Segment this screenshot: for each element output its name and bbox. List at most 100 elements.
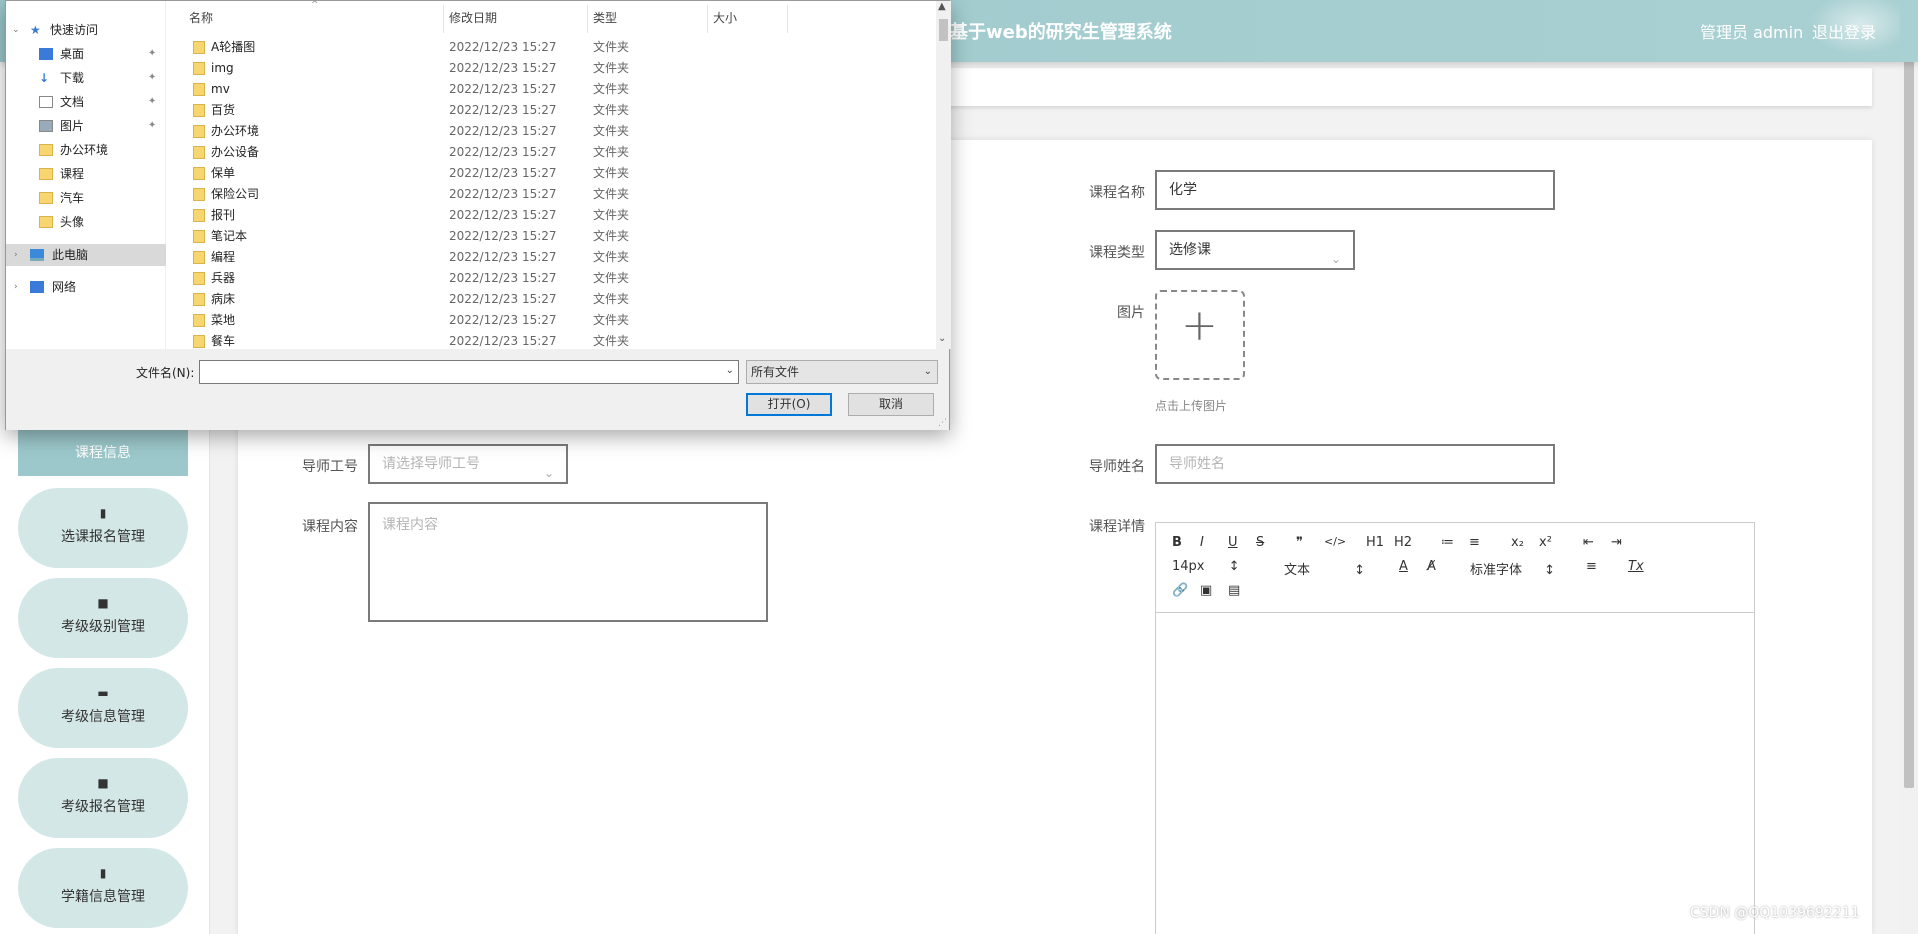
picture-icon bbox=[39, 120, 53, 132]
file-row[interactable]: 办公环境 2022/12/23 15:27 文件夹 bbox=[181, 121, 931, 142]
content-textarea[interactable]: 课程内容 bbox=[368, 502, 768, 622]
quote-icon[interactable]: ❞ bbox=[1296, 535, 1303, 550]
nav-folder[interactable]: 汽车 bbox=[6, 187, 166, 209]
file-row[interactable]: 笔记本 2022/12/23 15:27 文件夹 bbox=[181, 226, 931, 247]
column-date[interactable]: 修改日期 bbox=[449, 9, 497, 26]
nav-label: 汽车 bbox=[60, 191, 85, 205]
file-list-scrollbar[interactable]: ▲ ⌄ bbox=[936, 1, 951, 349]
teacher-id-select[interactable]: 请选择导师工号 ⌄ bbox=[368, 444, 568, 484]
indent-icon[interactable]: ⇥ bbox=[1611, 535, 1622, 550]
nav-folder[interactable]: 课程 bbox=[6, 163, 166, 185]
nav-this-pc[interactable]: › 此电脑 bbox=[6, 244, 166, 266]
nav-folder[interactable]: 头像 bbox=[6, 211, 166, 233]
sidebar-item-exam-signup[interactable]: ■ 考级报名管理 bbox=[18, 758, 188, 838]
sidebar-item-exam-info[interactable]: ▬ 考级信息管理 bbox=[18, 668, 188, 748]
nav-quick-access[interactable]: ⌄ ★ 快速访问 bbox=[6, 19, 166, 41]
file-row[interactable]: 百货 2022/12/23 15:27 文件夹 bbox=[181, 100, 931, 121]
file-name: 保单 bbox=[211, 166, 236, 180]
chevron-down-icon[interactable]: ⌄ bbox=[726, 365, 734, 376]
scroll-up-icon[interactable]: ▲ bbox=[938, 1, 946, 12]
file-row[interactable]: img 2022/12/23 15:27 文件夹 bbox=[181, 58, 931, 79]
file-date: 2022/12/23 15:27 bbox=[449, 103, 557, 117]
background-color-icon[interactable]: A̸ bbox=[1427, 559, 1436, 574]
page-scrollbar-thumb[interactable] bbox=[1904, 8, 1914, 788]
logout-link[interactable]: 退出登录 bbox=[1812, 19, 1876, 43]
file-date: 2022/12/23 15:27 bbox=[449, 292, 557, 306]
filetype-select[interactable]: 所有文件 ⌄ bbox=[746, 360, 938, 384]
column-size[interactable]: 大小 bbox=[713, 9, 737, 26]
text-style-select[interactable]: 文本 ↕ bbox=[1284, 559, 1365, 578]
nav-desktop[interactable]: 桌面 ✦ bbox=[6, 43, 166, 65]
bold-button[interactable]: B bbox=[1172, 535, 1182, 550]
outdent-icon[interactable]: ⇤ bbox=[1583, 535, 1594, 550]
file-row[interactable]: 办公设备 2022/12/23 15:27 文件夹 bbox=[181, 142, 931, 163]
image-label: 图片 bbox=[1117, 305, 1145, 321]
bullet-list-icon[interactable]: ≡ bbox=[1469, 535, 1480, 550]
ordered-list-icon[interactable]: ≔ bbox=[1441, 535, 1454, 550]
folder-icon bbox=[193, 314, 205, 327]
h2-button[interactable]: H2 bbox=[1394, 535, 1412, 550]
column-headers: 名称 ^ 修改日期 类型 大小 bbox=[181, 0, 788, 33]
plus-icon: + bbox=[1181, 300, 1218, 351]
scroll-down-icon[interactable]: ⌄ bbox=[938, 333, 946, 344]
sidebar-item-status-mgmt[interactable]: ▮ 学籍信息管理 bbox=[18, 848, 188, 928]
page-scrollbar[interactable] bbox=[1900, 0, 1918, 934]
underline-button[interactable]: U bbox=[1228, 535, 1238, 550]
nav-documents[interactable]: 文档 ✦ bbox=[6, 91, 166, 113]
link-icon[interactable]: 🔗 bbox=[1172, 583, 1188, 598]
column-divider[interactable] bbox=[707, 5, 708, 33]
font-color-icon[interactable]: A bbox=[1399, 559, 1408, 574]
column-divider[interactable] bbox=[587, 5, 588, 33]
nav-downloads[interactable]: ↓ 下载 ✦ bbox=[6, 67, 166, 89]
filename-input[interactable]: ⌄ bbox=[199, 360, 739, 384]
nav-pictures[interactable]: 图片 ✦ bbox=[6, 115, 166, 137]
sidebar-item-level-mgmt[interactable]: ■ 考级级别管理 bbox=[18, 578, 188, 658]
clear-format-icon[interactable]: Tx bbox=[1628, 559, 1644, 574]
column-divider[interactable] bbox=[443, 5, 444, 33]
h1-button[interactable]: H1 bbox=[1366, 535, 1384, 550]
column-name[interactable]: 名称 bbox=[189, 9, 213, 26]
file-row[interactable]: A轮播图 2022/12/23 15:27 文件夹 bbox=[181, 37, 931, 58]
course-name-input[interactable]: 化学 bbox=[1155, 170, 1555, 210]
cancel-button[interactable]: 取消 bbox=[848, 393, 934, 416]
file-row[interactable]: 编程 2022/12/23 15:27 文件夹 bbox=[181, 247, 931, 268]
image-upload-button[interactable]: + bbox=[1155, 290, 1245, 380]
sidebar-item-course-info[interactable]: 课程信息 bbox=[18, 430, 188, 476]
dialog-footer: 文件名(N): ⌄ 所有文件 ⌄ 打开(O) 取消 ⋰ bbox=[6, 349, 949, 430]
folder-icon bbox=[193, 104, 205, 117]
sidebar-item-course-signup[interactable]: ▮ 选课报名管理 bbox=[18, 488, 188, 568]
file-row[interactable]: 保单 2022/12/23 15:27 文件夹 bbox=[181, 163, 931, 184]
file-row[interactable]: 报刊 2022/12/23 15:27 文件夹 bbox=[181, 205, 931, 226]
align-icon[interactable]: ≡ bbox=[1586, 559, 1597, 574]
subscript-button[interactable]: x₂ bbox=[1511, 535, 1524, 550]
file-row[interactable]: 病床 2022/12/23 15:27 文件夹 bbox=[181, 289, 931, 310]
strike-button[interactable]: S bbox=[1256, 535, 1264, 550]
clipboard-icon: ▮ bbox=[99, 506, 107, 520]
teacher-name-input[interactable]: 导师姓名 bbox=[1155, 444, 1555, 484]
column-divider[interactable] bbox=[787, 5, 788, 33]
file-row[interactable]: mv 2022/12/23 15:27 文件夹 bbox=[181, 79, 931, 100]
file-row[interactable]: 菜地 2022/12/23 15:27 文件夹 bbox=[181, 310, 931, 331]
code-icon[interactable]: </> bbox=[1324, 535, 1346, 548]
font-size-select[interactable]: 14px ↕ bbox=[1172, 559, 1240, 574]
file-date: 2022/12/23 15:27 bbox=[449, 145, 557, 159]
rich-text-editor[interactable]: B I U S ❞ </> H1 H2 ≔ ≡ x₂ x² ⇤ ⇥ 14px ↕… bbox=[1155, 522, 1755, 934]
column-type[interactable]: 类型 bbox=[593, 9, 617, 26]
resize-grip-icon[interactable]: ⋰ bbox=[938, 418, 947, 428]
file-row[interactable]: 保险公司 2022/12/23 15:27 文件夹 bbox=[181, 184, 931, 205]
nav-network[interactable]: › 网络 bbox=[6, 276, 166, 298]
folder-icon bbox=[193, 251, 205, 264]
open-button[interactable]: 打开(O) bbox=[746, 393, 832, 416]
image-icon[interactable]: ▣ bbox=[1200, 583, 1212, 598]
nav-label: 课程 bbox=[60, 167, 85, 181]
nav-label: 桌面 bbox=[60, 47, 85, 61]
course-type-select[interactable]: 选修课 ⌄ bbox=[1155, 230, 1355, 270]
italic-button[interactable]: I bbox=[1200, 535, 1204, 550]
scrollbar-thumb[interactable] bbox=[939, 19, 948, 41]
chevron-updown-icon: ↕ bbox=[1544, 563, 1556, 578]
font-family-select[interactable]: 标准字体 ↕ bbox=[1470, 559, 1555, 578]
file-row[interactable]: 兵器 2022/12/23 15:27 文件夹 bbox=[181, 268, 931, 289]
superscript-button[interactable]: x² bbox=[1539, 535, 1552, 550]
nav-folder[interactable]: 办公环境 bbox=[6, 139, 166, 161]
video-icon[interactable]: ▤ bbox=[1228, 583, 1240, 598]
